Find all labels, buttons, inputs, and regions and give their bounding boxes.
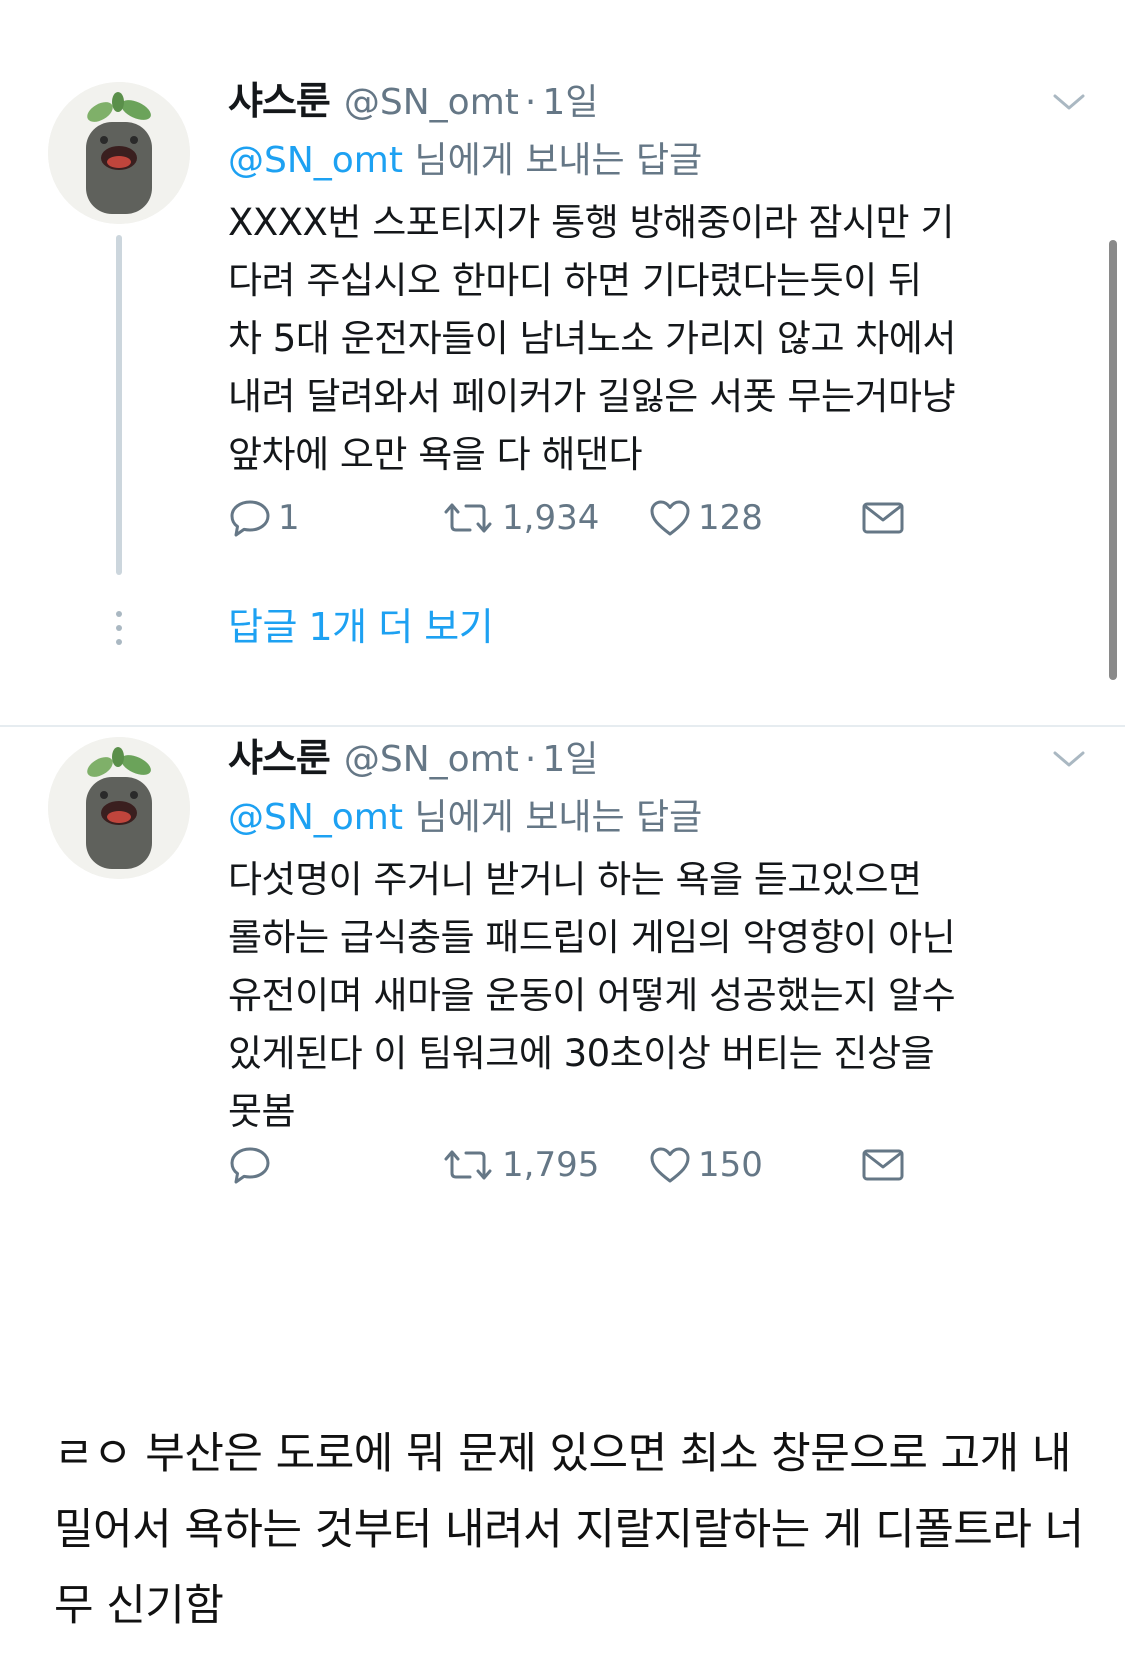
tweet-header: 샤스룬 @SN_omt · 1일 [228,70,1088,130]
tweet-text: XXXX번 스포티지가 통행 방해중이라 잠시만 기 다려 주십시오 한마디 하… [228,201,956,476]
like-count: 128 [698,498,763,538]
envelope-icon [862,1149,904,1181]
post-caption: ㄹㅇ 부산은 도로에 뭐 문제 있으면 최소 창문으로 고개 내밀어서 욕하는 … [54,1429,1084,1631]
reply-context-label: 님에게 보내는 답글 [403,797,703,838]
retweet-icon [444,503,492,533]
user-handle[interactable]: @SN_omt [344,82,519,123]
direct-message-button[interactable] [860,1146,906,1184]
thread-connector [116,235,122,575]
retweet-count: 1,934 [502,498,600,538]
tweet[interactable]: 샤스룬 @SN_omt · 1일 @SN_omt 님에게 보내는 답글 다섯명이… [0,725,1125,1285]
heart-icon [650,500,690,536]
retweet-button[interactable]: 1,795 [440,1145,599,1185]
scrollbar[interactable] [1109,240,1117,680]
tweet-thread: 샤스룬 @SN_omt · 1일 @SN_omt 님에게 보내는 답글 XXXX… [0,0,1125,1290]
tweet-header: 샤스룬 @SN_omt · 1일 [228,727,1088,787]
tweet-content: 샤스룬 @SN_omt · 1일 @SN_omt 님에게 보내는 답글 다섯명이… [228,727,1088,1141]
reply-count: 1 [278,498,300,538]
retweet-count: 1,795 [502,1145,600,1185]
avatar[interactable] [48,82,190,224]
retweet-icon [444,1150,492,1180]
like-button[interactable]: 128 [648,498,763,538]
reply-to-handle[interactable]: @SN_omt [228,797,403,838]
avatar[interactable] [48,737,190,879]
heart-icon [650,1147,690,1183]
timestamp[interactable]: 1일 [542,730,598,782]
show-more-replies-link[interactable]: 답글 1개 더 보기 [228,596,494,651]
reply-context: @SN_omt 님에게 보내는 답글 [228,787,1088,849]
reply-context-label: 님에게 보내는 답글 [403,140,703,181]
user-handle[interactable]: @SN_omt [344,739,519,780]
tweet-actions: 1 1,934 128 [228,488,948,548]
speech-bubble-icon [230,1147,270,1184]
reply-context: @SN_omt 님에게 보내는 답글 [228,130,1088,192]
speech-bubble-icon [230,500,270,537]
retweet-button[interactable]: 1,934 [440,498,599,538]
envelope-icon [862,502,904,534]
display-name[interactable]: 샤스룬 [228,727,331,782]
separator-dot: · [524,82,537,123]
reply-button[interactable]: 1 [228,498,300,538]
reply-to-handle[interactable]: @SN_omt [228,140,403,181]
more-dots-icon [116,611,122,645]
separator-dot: · [524,739,537,780]
tweet-text: 다섯명이 주거니 받거니 하는 욕을 듣고있으면 롤하는 급식충들 패드립이 게… [228,858,956,1133]
like-button[interactable]: 150 [648,1145,763,1185]
direct-message-button[interactable] [860,499,906,537]
display-name[interactable]: 샤스룬 [228,70,331,125]
reply-button[interactable] [228,1145,278,1185]
tweet[interactable]: 샤스룬 @SN_omt · 1일 @SN_omt 님에게 보내는 답글 XXXX… [0,60,1125,725]
like-count: 150 [698,1145,763,1185]
tweet-actions: 1,795 150 [228,1135,948,1195]
tweet-content: 샤스룬 @SN_omt · 1일 @SN_omt 님에게 보내는 답글 XXXX… [228,70,1088,484]
timestamp[interactable]: 1일 [542,73,598,125]
